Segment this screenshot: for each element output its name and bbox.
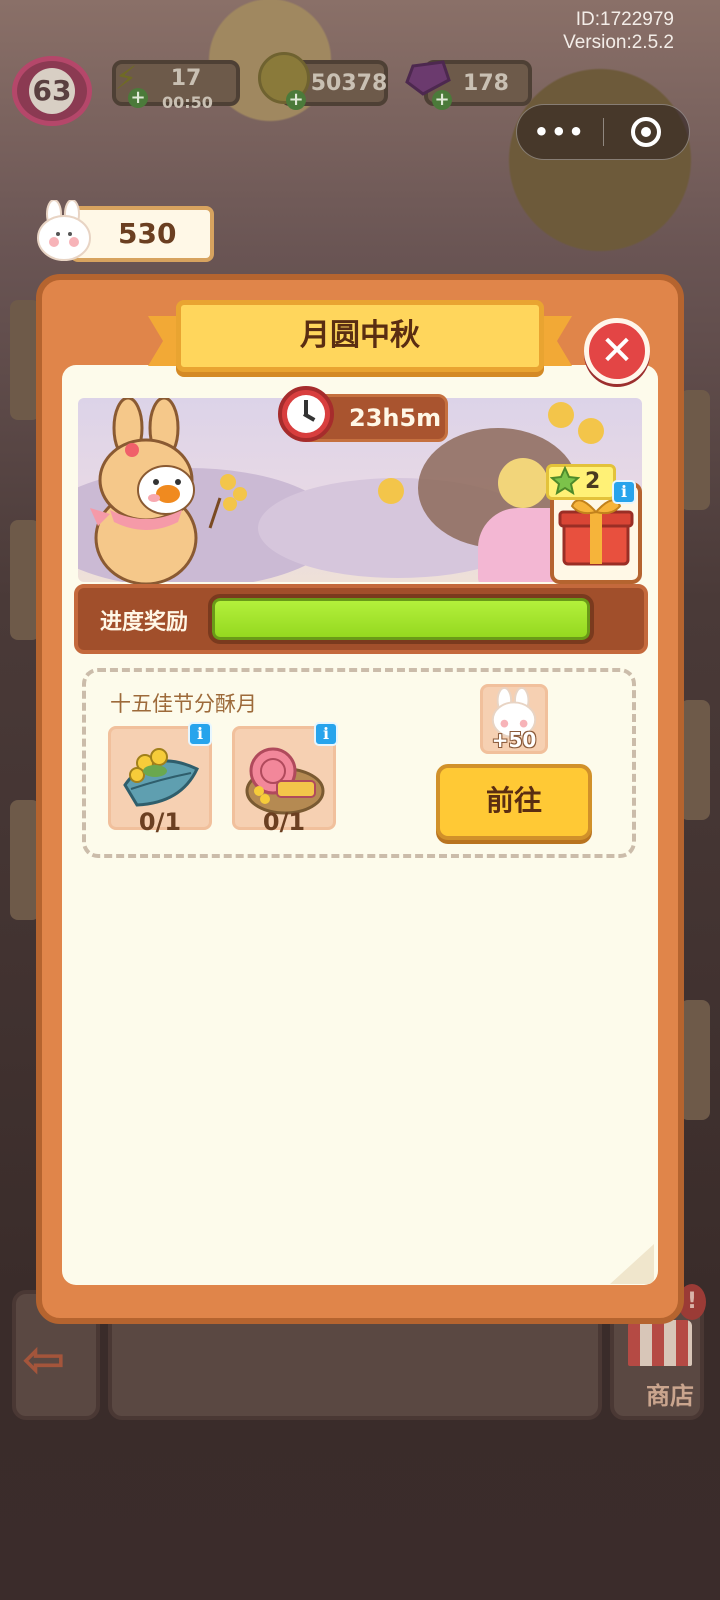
task-reward-amount: +50 [491,728,537,752]
coin-value: 50378 [310,70,388,96]
progress-fill [212,598,590,640]
chest-info-icon[interactable]: i [612,480,636,504]
add-coin-icon[interactable]: + [286,90,306,110]
exit-arrow-icon: ⇦ [22,1330,66,1390]
add-energy-icon[interactable]: + [128,88,148,108]
star-icon [550,466,580,496]
item-info-icon[interactable]: i [188,722,212,746]
miniprogram-capsule: ••• [516,104,690,160]
chest-star-count: 2 [585,469,601,494]
event-title: 月圆中秋 [176,300,544,372]
bunny-token-icon [37,200,91,261]
progress-track [208,594,594,644]
clock-icon [278,386,334,442]
background-stall [680,390,710,510]
level-badge[interactable]: 63 [12,56,92,126]
version-info: ID:1722979 Version:2.5.2 [563,8,674,54]
bunny-mascot-image [90,398,247,586]
more-options-button[interactable]: ••• [517,104,603,160]
close-button[interactable]: ✕ [584,318,650,384]
background-stall [680,1000,710,1120]
user-id: ID:1722979 [575,9,674,30]
energy-timer: 00:50 [162,93,213,112]
task-item-count: 0/1 [262,808,306,836]
gem-value: 178 [463,70,509,96]
item-info-icon[interactable]: i [314,722,338,746]
version-text: Version:2.5.2 [563,32,674,53]
background-stall [680,700,710,820]
add-gem-icon[interactable]: + [432,90,452,110]
task-title: 十五佳节分酥月 [110,692,257,716]
task-item-count: 0/1 [138,808,182,836]
go-button[interactable]: 前往 [436,764,592,840]
close-miniprogram-button[interactable] [604,117,690,147]
target-icon [631,117,662,147]
level-value: 63 [29,68,75,114]
close-icon: ✕ [600,328,634,374]
energy-value: 17 [170,66,202,91]
shop-awning-icon [628,1320,692,1366]
shop-label: 商店 [646,1382,694,1410]
progress-label: 进度奖励 [100,610,189,635]
bunny-token-value: 530 [118,217,177,250]
